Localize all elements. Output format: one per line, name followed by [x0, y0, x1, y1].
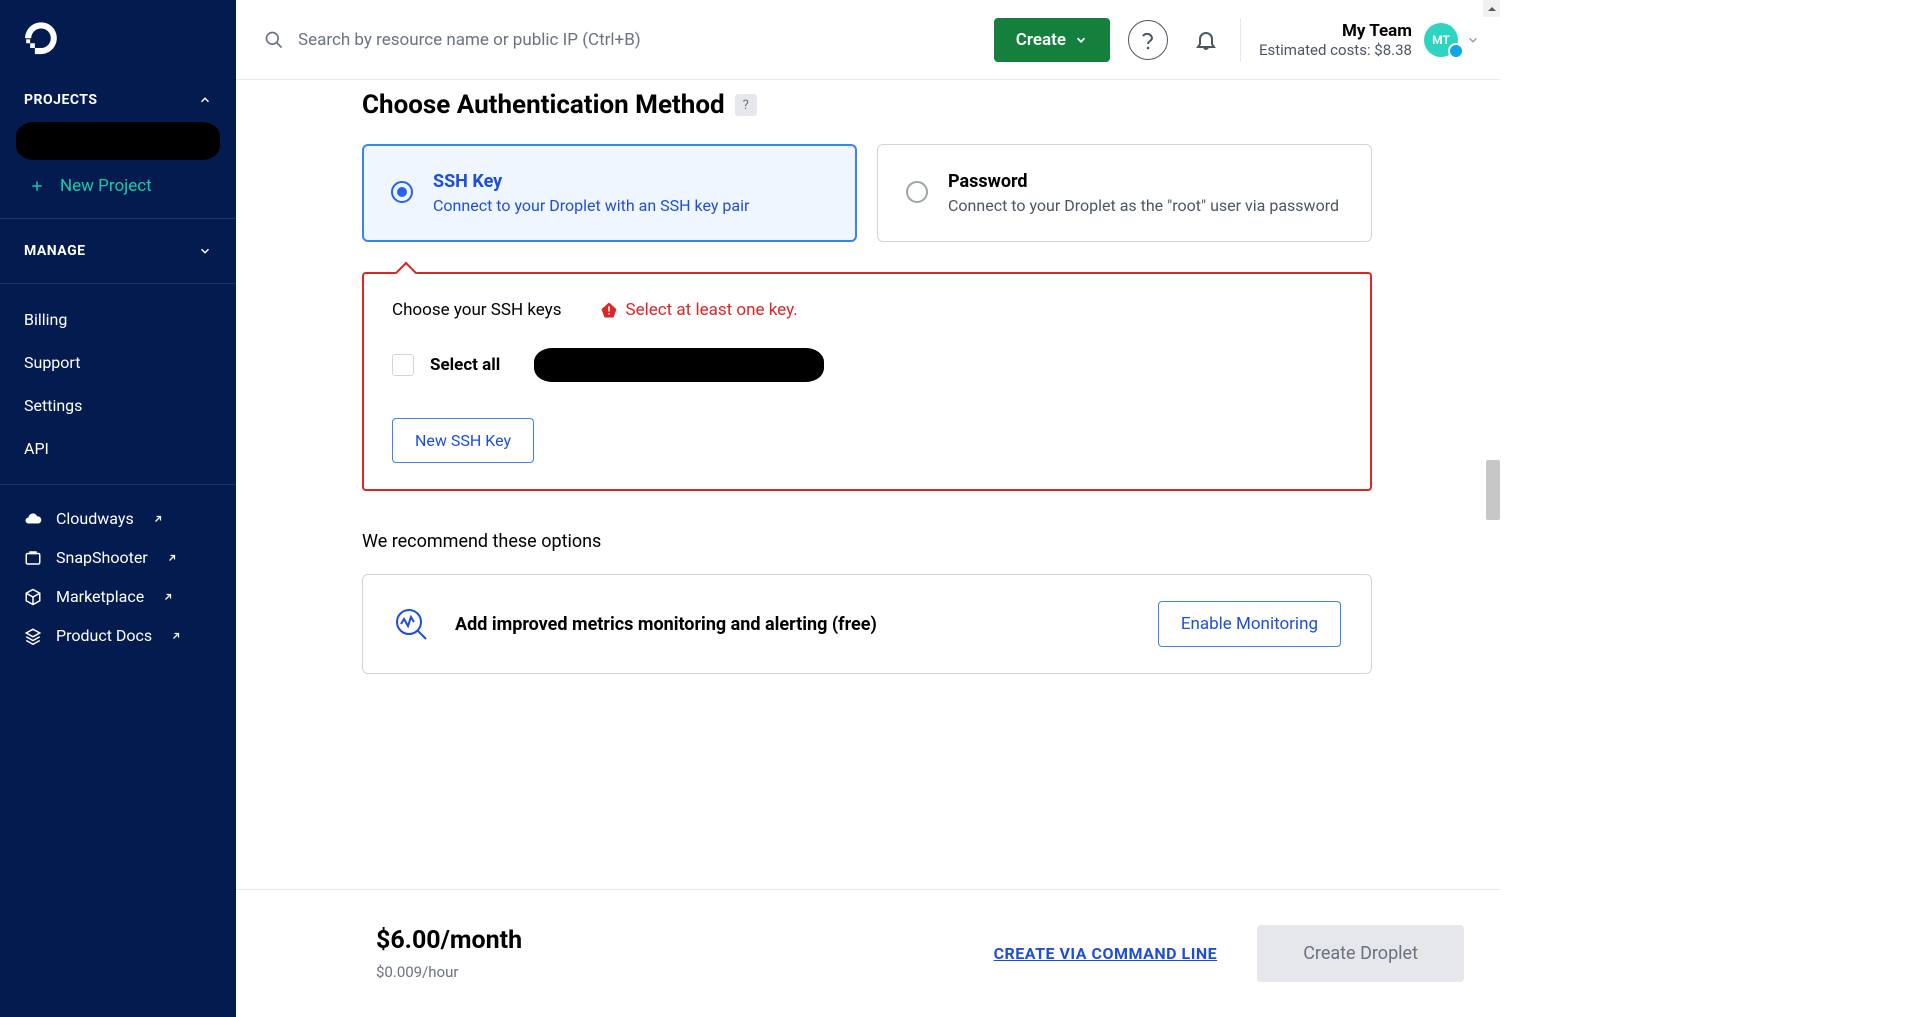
scrollbar-thumb[interactable]: [1486, 460, 1500, 520]
manage-label: MANAGE: [24, 243, 86, 259]
price-monthly: $6.00/month: [376, 926, 522, 955]
sidebar-item-product-docs[interactable]: Product Docs: [0, 616, 236, 655]
chevron-down-icon[interactable]: [1466, 33, 1480, 47]
password-title: Password: [948, 171, 1339, 192]
help-badge[interactable]: ?: [735, 94, 757, 116]
manage-section-toggle[interactable]: MANAGE: [0, 229, 236, 273]
chevron-down-icon: [198, 244, 212, 258]
search-input[interactable]: [298, 30, 994, 50]
error-text: Select at least one key.: [626, 300, 798, 320]
avatar-badge-icon: [1448, 43, 1464, 59]
external-link-icon: [170, 630, 182, 642]
sidebar-item-api[interactable]: API: [0, 427, 236, 470]
divider: [0, 218, 236, 219]
projects-label: PROJECTS: [24, 92, 98, 108]
new-project-button[interactable]: New Project: [0, 166, 236, 218]
help-button[interactable]: [1128, 20, 1168, 60]
logo-wrap: [0, 0, 236, 78]
chevron-up-icon: [198, 93, 212, 107]
projects-section-toggle[interactable]: PROJECTS: [0, 78, 236, 122]
enable-monitoring-button[interactable]: Enable Monitoring: [1158, 601, 1341, 647]
new-project-label: New Project: [60, 176, 152, 196]
create-droplet-button[interactable]: Create Droplet: [1257, 925, 1464, 982]
team-name: My Team: [1259, 21, 1412, 41]
cloudways-label: Cloudways: [56, 509, 134, 528]
auth-option-ssh[interactable]: SSH Key Connect to your Droplet with an …: [362, 144, 857, 242]
search-icon: [264, 30, 284, 50]
cloud-icon: [24, 510, 42, 528]
ssh-keys-box: Choose your SSH keys Select at least one…: [362, 272, 1372, 491]
external-link-icon: [152, 513, 164, 525]
sidebar-item-settings[interactable]: Settings: [0, 384, 236, 427]
sidebar-item-cloudways[interactable]: Cloudways: [0, 499, 236, 538]
bell-icon: [1194, 28, 1218, 52]
snapshot-icon: [24, 549, 42, 567]
sidebar-item-support[interactable]: Support: [0, 341, 236, 384]
main-area: Create My Team Estimated costs: $8.38 MT…: [236, 0, 1500, 1017]
ssh-title: SSH Key: [433, 171, 749, 192]
auth-option-password[interactable]: Password Connect to your Droplet as the …: [877, 144, 1372, 242]
monitoring-title: Add improved metrics monitoring and aler…: [455, 614, 1132, 635]
ssh-key-redacted[interactable]: [534, 348, 824, 382]
footer-bar: $6.00/month $0.009/hour CREATE VIA COMMA…: [236, 889, 1500, 1017]
radio-password[interactable]: [906, 181, 928, 203]
sidebar-item-billing[interactable]: Billing: [0, 298, 236, 341]
price-hourly: $0.009/hour: [376, 963, 522, 981]
error-icon: [600, 301, 618, 319]
product-docs-label: Product Docs: [56, 626, 152, 645]
select-all-checkbox[interactable]: [392, 354, 414, 376]
create-label: Create: [1016, 30, 1066, 50]
auth-options: SSH Key Connect to your Droplet with an …: [362, 144, 1372, 242]
select-all-label: Select all: [430, 355, 500, 375]
layers-icon: [24, 627, 42, 645]
recommend-heading: We recommend these options: [362, 531, 1372, 552]
plus-icon: [30, 179, 44, 193]
sidebar-item-marketplace[interactable]: Marketplace: [0, 577, 236, 616]
avatar[interactable]: MT: [1424, 23, 1458, 57]
sidebar-item-snapshooter[interactable]: SnapShooter: [0, 538, 236, 577]
notifications-button[interactable]: [1186, 20, 1226, 60]
recommend-monitoring-card: Add improved metrics monitoring and aler…: [362, 574, 1372, 674]
project-name-redacted[interactable]: [16, 122, 220, 160]
team-block[interactable]: My Team Estimated costs: $8.38: [1259, 21, 1412, 59]
sidebar: PROJECTS New Project MANAGE Billing Supp…: [0, 0, 236, 1017]
external-link-icon: [166, 552, 178, 564]
marketplace-label: Marketplace: [56, 587, 144, 606]
section-title: Choose Authentication Method ?: [362, 90, 1372, 120]
new-ssh-key-button[interactable]: New SSH Key: [392, 418, 534, 463]
cube-icon: [24, 588, 42, 606]
radio-ssh[interactable]: [391, 181, 413, 203]
password-desc: Connect to your Droplet as the "root" us…: [948, 196, 1339, 215]
avatar-initials: MT: [1432, 33, 1450, 47]
search-wrap: [264, 30, 994, 50]
team-costs: Estimated costs: $8.38: [1259, 41, 1412, 59]
digitalocean-logo-icon: [24, 22, 58, 56]
auth-method-heading: Choose Authentication Method: [362, 90, 725, 120]
box-arrow: [395, 262, 418, 285]
create-via-cli-link[interactable]: CREATE VIA COMMAND LINE: [994, 944, 1218, 963]
ssh-desc: Connect to your Droplet with an SSH key …: [433, 196, 749, 215]
external-link-icon: [162, 591, 174, 603]
divider: [1240, 18, 1241, 62]
snapshooter-label: SnapShooter: [56, 548, 148, 567]
error-message: Select at least one key.: [600, 300, 798, 320]
monitoring-icon: [393, 606, 429, 642]
create-button[interactable]: Create: [994, 18, 1110, 62]
question-icon: [1141, 30, 1155, 50]
scroll-up-button[interactable]: [1483, 0, 1500, 17]
content-scroll[interactable]: Choose Authentication Method ? SSH Key C…: [236, 80, 1500, 1017]
chevron-down-icon: [1074, 33, 1088, 47]
ssh-keys-title: Choose your SSH keys: [392, 300, 562, 320]
topbar: Create My Team Estimated costs: $8.38 MT: [236, 0, 1500, 80]
